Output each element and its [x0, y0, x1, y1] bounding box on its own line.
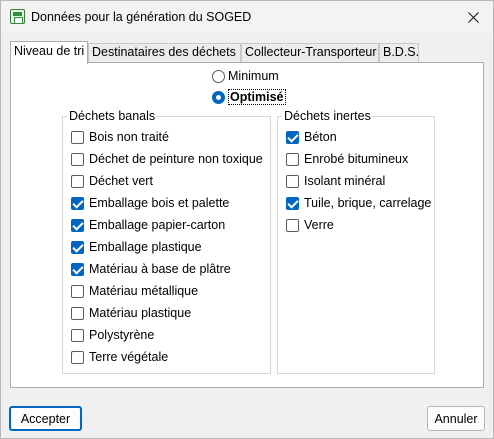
checkbox-control[interactable] [71, 218, 84, 232]
checkbox-label: Terre végétale [89, 350, 169, 364]
checkbox-emballage-papier-carton[interactable]: Emballage papier-carton [71, 216, 225, 234]
checkbox-verre[interactable]: Verre [286, 216, 334, 234]
tab-panel-niveau-de-tri: Minimum Optimisé Déchets banals Bois non… [10, 62, 484, 388]
radio-optimise-control[interactable] [212, 90, 225, 104]
checkbox-materiau-metallique[interactable]: Matériau métallique [71, 282, 198, 300]
checkbox-label: Polystyrène [89, 328, 155, 342]
tab-collecteur-transporteur[interactable]: Collecteur-Transporteur [241, 43, 379, 63]
radio-minimum-label: Minimum [228, 69, 279, 83]
checkbox-label: Isolant minéral [304, 174, 386, 188]
checkbox-control[interactable] [286, 174, 299, 188]
checkbox-control[interactable] [286, 218, 299, 232]
close-icon [467, 11, 479, 23]
title-bar[interactable]: Données pour la génération du SOGED [1, 1, 493, 33]
checkbox-beton[interactable]: Béton [286, 128, 337, 146]
checkbox-bois-non-traite[interactable]: Bois non traité [71, 128, 169, 146]
checkbox-label: Emballage bois et palette [89, 196, 230, 210]
checkbox-materiau-a-base-de-platre[interactable]: Matériau à base de plâtre [71, 260, 231, 278]
checkbox-tuile-brique-carrelage[interactable]: Tuile, brique, carrelage [286, 194, 431, 212]
checkbox-control[interactable] [71, 152, 84, 166]
tab-bds[interactable]: B.D.S. [379, 43, 419, 63]
checkbox-label: Verre [304, 218, 334, 232]
checkbox-label: Déchet vert [89, 174, 153, 188]
checkbox-control[interactable] [71, 284, 84, 298]
checkbox-control[interactable] [71, 328, 84, 342]
group-dechets-banals-legend: Déchets banals [67, 108, 158, 124]
radio-optimise[interactable]: Optimisé [212, 88, 286, 106]
tab-destinataires-des-dechets[interactable]: Destinataires des déchets [88, 43, 241, 63]
checkbox-terre-vegetale[interactable]: Terre végétale [71, 348, 168, 366]
dialog-window: Données pour la génération du SOGED Nive… [0, 0, 494, 439]
checkbox-label: Matériau à base de plâtre [89, 262, 231, 276]
checkbox-materiau-plastique[interactable]: Matériau plastique [71, 304, 191, 322]
checkbox-label: Enrobé bitumineux [304, 152, 409, 166]
checkbox-control[interactable] [71, 130, 84, 144]
checkbox-control[interactable] [286, 152, 299, 166]
checkbox-control[interactable] [71, 196, 84, 210]
radio-optimise-label: Optimisé [228, 89, 286, 105]
checkbox-enrobe-bitumineux[interactable]: Enrobé bitumineux [286, 150, 408, 168]
accept-button[interactable]: Accepter [9, 406, 82, 431]
checkbox-emballage-bois-et-palette[interactable]: Emballage bois et palette [71, 194, 229, 212]
checkbox-label: Tuile, brique, carrelage [304, 196, 432, 210]
checkbox-dechet-vert[interactable]: Déchet vert [71, 172, 153, 190]
window-title: Données pour la génération du SOGED [31, 10, 252, 24]
checkbox-control[interactable] [71, 306, 84, 320]
tab-niveau-de-tri[interactable]: Niveau de tri [10, 41, 88, 64]
radio-minimum-control[interactable] [212, 69, 225, 83]
close-button[interactable] [459, 5, 487, 29]
group-dechets-inertes: Déchets inertes Béton Enrobé bitumineux Is… [277, 108, 435, 374]
group-dechets-inertes-legend: Déchets inertes [282, 108, 373, 124]
checkbox-control[interactable] [71, 350, 84, 364]
checkbox-label: Emballage papier-carton [89, 218, 226, 232]
checkbox-control[interactable] [71, 240, 84, 254]
checkbox-label: Béton [304, 130, 337, 144]
checkbox-label: Matériau plastique [89, 306, 192, 320]
checkbox-emballage-plastique[interactable]: Emballage plastique [71, 238, 202, 256]
group-dechets-banals: Déchets banals Bois non traité Déchet de … [62, 108, 271, 374]
checkbox-label: Bois non traité [89, 130, 169, 144]
checkbox-label: Matériau métallique [89, 284, 199, 298]
checkbox-label: Emballage plastique [89, 240, 202, 254]
checkbox-polystyrene[interactable]: Polystyrène [71, 326, 154, 344]
checkbox-control[interactable] [286, 130, 299, 144]
spreadsheet-app-icon [10, 9, 25, 24]
checkbox-isolant-mineral[interactable]: Isolant minéral [286, 172, 385, 190]
checkbox-control[interactable] [71, 262, 84, 276]
checkbox-control[interactable] [71, 174, 84, 188]
checkbox-control[interactable] [286, 196, 299, 210]
cancel-button[interactable]: Annuler [427, 406, 485, 431]
checkbox-label: Déchet de peinture non toxique [89, 152, 263, 166]
checkbox-dechet-de-peinture-non-toxique[interactable]: Déchet de peinture non toxique [71, 150, 263, 168]
radio-minimum[interactable]: Minimum [212, 67, 279, 85]
